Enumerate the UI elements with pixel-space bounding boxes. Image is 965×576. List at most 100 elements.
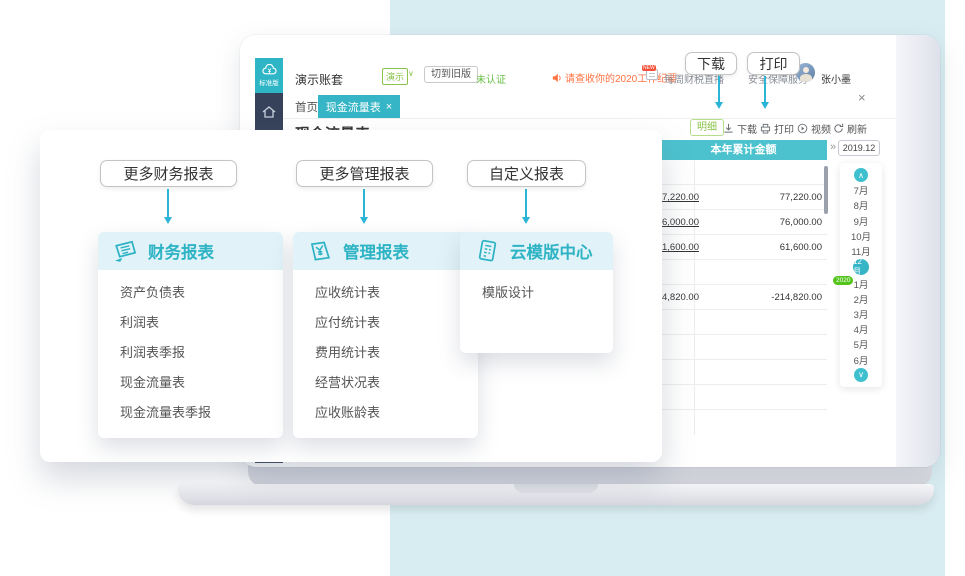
new-badge: NEW bbox=[642, 65, 656, 71]
screen-side-bezel bbox=[896, 35, 940, 467]
month-item[interactable]: 9月 bbox=[854, 214, 869, 228]
download-label: 下载 bbox=[737, 121, 757, 136]
panel-template-center: 云模版中心 模版设计 bbox=[460, 232, 613, 353]
calendar-icon[interactable]: NEW bbox=[646, 69, 658, 80]
report-link[interactable]: 现金流量表 bbox=[120, 368, 283, 398]
panel-title: 财务报表 bbox=[148, 239, 214, 263]
refresh-icon bbox=[833, 123, 844, 134]
table-row bbox=[662, 260, 827, 285]
tab-cash-flow[interactable]: 现金流量表 × bbox=[318, 95, 400, 118]
detail-button[interactable]: 明细 bbox=[690, 119, 724, 136]
callout-download: 下载 bbox=[685, 52, 737, 75]
arrow-print bbox=[764, 76, 766, 106]
announcement-link[interactable]: 请查收你的2020工作纪要 bbox=[552, 70, 677, 85]
panel-items: 应收统计表 应付统计表 费用统计表 经营状况表 应收账龄表 bbox=[293, 270, 478, 428]
panel-title: 管理报表 bbox=[343, 239, 409, 263]
cell-ytd: 61,600.00 bbox=[697, 235, 822, 260]
announcement-text: 请查收你的2020工作纪要 bbox=[565, 70, 677, 85]
management-report-icon bbox=[306, 237, 334, 265]
month-item[interactable]: 8月 bbox=[854, 198, 869, 212]
download-button[interactable]: 下载 bbox=[723, 121, 757, 136]
table-row bbox=[662, 160, 827, 185]
table-row: 4,820.00-214,820.00 bbox=[662, 285, 827, 310]
home-icon[interactable] bbox=[261, 105, 277, 119]
table-row: 1,600.0061,600.00 bbox=[662, 235, 827, 260]
printer-icon bbox=[760, 123, 771, 134]
laptop-base bbox=[178, 484, 934, 505]
chevron-down-icon[interactable]: ∨ bbox=[408, 69, 414, 78]
speaker-icon bbox=[552, 73, 562, 83]
callout-more-financial: 更多财务报表 bbox=[100, 160, 237, 187]
month-item[interactable]: 11月 bbox=[851, 244, 870, 258]
month-item[interactable]: 5月 bbox=[854, 337, 869, 351]
expand-chevron-icon[interactable]: » bbox=[830, 141, 836, 153]
panel-header: 云模版中心 bbox=[460, 232, 613, 270]
year-badge: 2020 bbox=[833, 276, 853, 285]
scroll-down-icon[interactable]: ∨ bbox=[854, 368, 868, 382]
month-item[interactable]: 1月 bbox=[854, 277, 869, 291]
panel-management-reports: 管理报表 应收统计表 应付统计表 费用统计表 经营状况表 应收账龄表 bbox=[293, 232, 478, 438]
template-center-icon bbox=[473, 237, 501, 265]
tab-label: 现金流量表 bbox=[326, 99, 381, 115]
refresh-button[interactable]: 刷新 bbox=[833, 121, 867, 136]
month-item[interactable]: 2月 bbox=[854, 292, 869, 306]
panel-items: 模版设计 bbox=[460, 270, 613, 308]
cert-status[interactable]: 未认证 bbox=[476, 71, 506, 86]
month-item[interactable]: 4月 bbox=[854, 322, 869, 336]
table-row bbox=[662, 310, 827, 335]
table-row bbox=[662, 335, 827, 360]
month-picker: ∧ 7月 8月 9月 10月 11月 12月 1月 2月 3月 4月 5月 6月… bbox=[840, 163, 882, 387]
report-link[interactable]: 利润表季报 bbox=[120, 338, 283, 368]
table-row: 6,000.0076,000.00 bbox=[662, 210, 827, 235]
arrow-financial bbox=[167, 189, 169, 221]
account-name[interactable]: 演示账套 bbox=[295, 71, 343, 88]
report-link[interactable]: 经营状况表 bbox=[315, 368, 478, 398]
print-button[interactable]: 打印 bbox=[760, 121, 794, 136]
tab-home[interactable]: 首页 bbox=[295, 99, 318, 115]
scrollbar-thumb[interactable] bbox=[824, 166, 828, 214]
report-link[interactable]: 模版设计 bbox=[482, 278, 613, 308]
user-name[interactable]: 张小墨 bbox=[821, 71, 851, 86]
cell-ytd-negative: -214,820.00 bbox=[697, 285, 822, 310]
panel-title: 云模版中心 bbox=[510, 239, 593, 263]
report-link[interactable]: 应收统计表 bbox=[315, 278, 478, 308]
demo-badge[interactable]: 演示 bbox=[382, 68, 408, 85]
report-link[interactable]: 资产负债表 bbox=[120, 278, 283, 308]
panel-header: 管理报表 bbox=[293, 232, 478, 270]
switch-old-version-button[interactable]: 切到旧版 bbox=[424, 66, 478, 83]
report-table: 7,220.0077,220.00 6,000.0076,000.00 1,60… bbox=[662, 160, 827, 435]
scroll-up-icon[interactable]: ∧ bbox=[854, 168, 868, 182]
video-button[interactable]: 视频 bbox=[797, 121, 831, 136]
video-label: 视频 bbox=[811, 121, 831, 136]
page-close-icon[interactable]: × bbox=[858, 90, 866, 105]
cell-current-link[interactable]: 7,220.00 bbox=[662, 185, 693, 210]
month-item-active[interactable]: 12月 bbox=[853, 259, 869, 275]
page: 标准版 演示账套 演示 ∨ 切到旧版 未认证 请查收你的2020工作纪要 NEW bbox=[0, 0, 965, 576]
report-link[interactable]: 现金流量表季报 bbox=[120, 398, 283, 428]
edition-label: 标准版 bbox=[259, 77, 279, 87]
month-item[interactable]: 6月 bbox=[854, 353, 869, 367]
month-item[interactable]: 3月 bbox=[854, 307, 869, 321]
table-row bbox=[662, 385, 827, 410]
tab-close-icon[interactable]: × bbox=[386, 101, 392, 113]
month-item[interactable]: 10月 bbox=[851, 229, 871, 243]
arrow-download bbox=[718, 76, 720, 106]
laptop-notch bbox=[514, 484, 598, 493]
panel-header: 财务报表 bbox=[98, 232, 283, 270]
callout-more-management: 更多管理报表 bbox=[296, 160, 433, 187]
period-selector[interactable]: 2019.12 bbox=[838, 140, 880, 156]
table-row bbox=[662, 410, 827, 435]
download-icon bbox=[723, 123, 734, 134]
divider bbox=[283, 118, 896, 119]
month-item[interactable]: 7月 bbox=[854, 183, 869, 197]
report-link[interactable]: 费用统计表 bbox=[315, 338, 478, 368]
report-link[interactable]: 利润表 bbox=[120, 308, 283, 338]
report-link[interactable]: 应付统计表 bbox=[315, 308, 478, 338]
cell-ytd: 77,220.00 bbox=[697, 185, 822, 210]
report-link[interactable]: 应收账龄表 bbox=[315, 398, 478, 428]
cell-current-link[interactable]: 6,000.00 bbox=[662, 210, 693, 235]
callout-print: 打印 bbox=[747, 52, 800, 75]
cell-current-link[interactable]: 1,600.00 bbox=[662, 235, 693, 260]
cell-ytd: 76,000.00 bbox=[697, 210, 822, 235]
app-logo[interactable]: 标准版 bbox=[255, 58, 283, 93]
